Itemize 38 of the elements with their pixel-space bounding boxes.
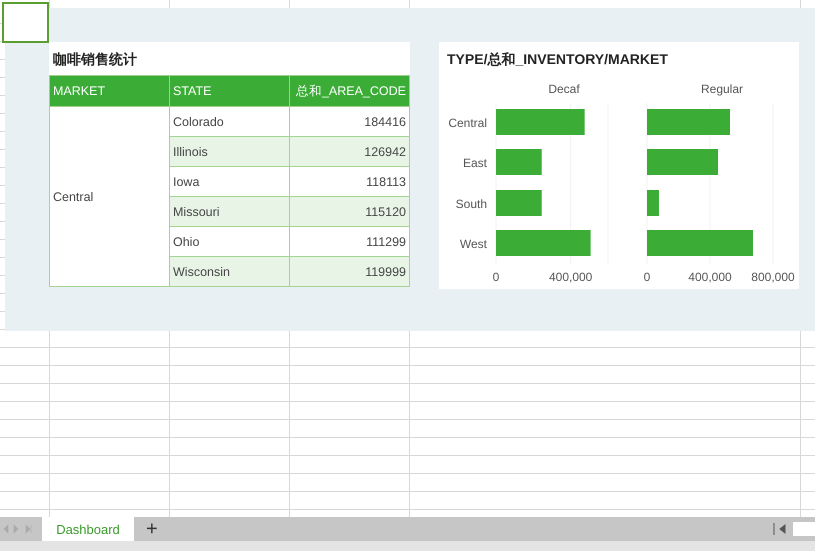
table-cell: Colorado (170, 106, 290, 136)
bar (647, 149, 718, 175)
table-cell: 111299 (290, 226, 410, 256)
axis-label: West (460, 237, 487, 251)
table-cell: Illinois (170, 136, 290, 166)
column-header: MARKET (50, 76, 170, 106)
sheet-tab[interactable]: Dashboard (42, 517, 134, 541)
table-cell: 118113 (290, 166, 410, 196)
table-cell: Missouri (170, 196, 290, 226)
bar (647, 190, 659, 216)
horizontal-scrollbar[interactable] (793, 522, 815, 536)
selected-cell[interactable] (2, 2, 49, 43)
bar (496, 190, 542, 216)
axis-label: Central (448, 116, 487, 130)
table-cell: Wisconsin (170, 256, 290, 286)
axis-label: East (462, 156, 487, 170)
tick-label: 0 (644, 270, 650, 284)
table-cell: Central (50, 106, 170, 286)
table-cell: 184416 (290, 106, 410, 136)
table-cell: Iowa (170, 166, 290, 196)
tick-label: 400,000 (548, 270, 592, 284)
bar (496, 149, 542, 175)
scroll-left-icon[interactable] (773, 523, 787, 535)
table-cell: Ohio (170, 226, 290, 256)
add-sheet-button[interactable]: + (138, 519, 166, 539)
table-cell: 115120 (290, 196, 410, 226)
tick-label: 400,000 (688, 270, 732, 284)
axis-label: South (456, 197, 487, 211)
table-title: 咖啡销售统计 (52, 50, 138, 69)
column-header: 总和_AREA_CODE (290, 76, 410, 106)
column-header: STATE (170, 76, 290, 106)
table-cell: 119999 (290, 256, 410, 286)
facet-title: Decaf (548, 82, 580, 96)
tick-label: 800,000 (751, 270, 795, 284)
facet-title: Regular (700, 82, 744, 96)
tick-label: 0 (492, 270, 500, 284)
table-cell: 126942 (290, 136, 410, 166)
chart-title: TYPE/总和_INVENTORY/MARKET (447, 51, 668, 69)
